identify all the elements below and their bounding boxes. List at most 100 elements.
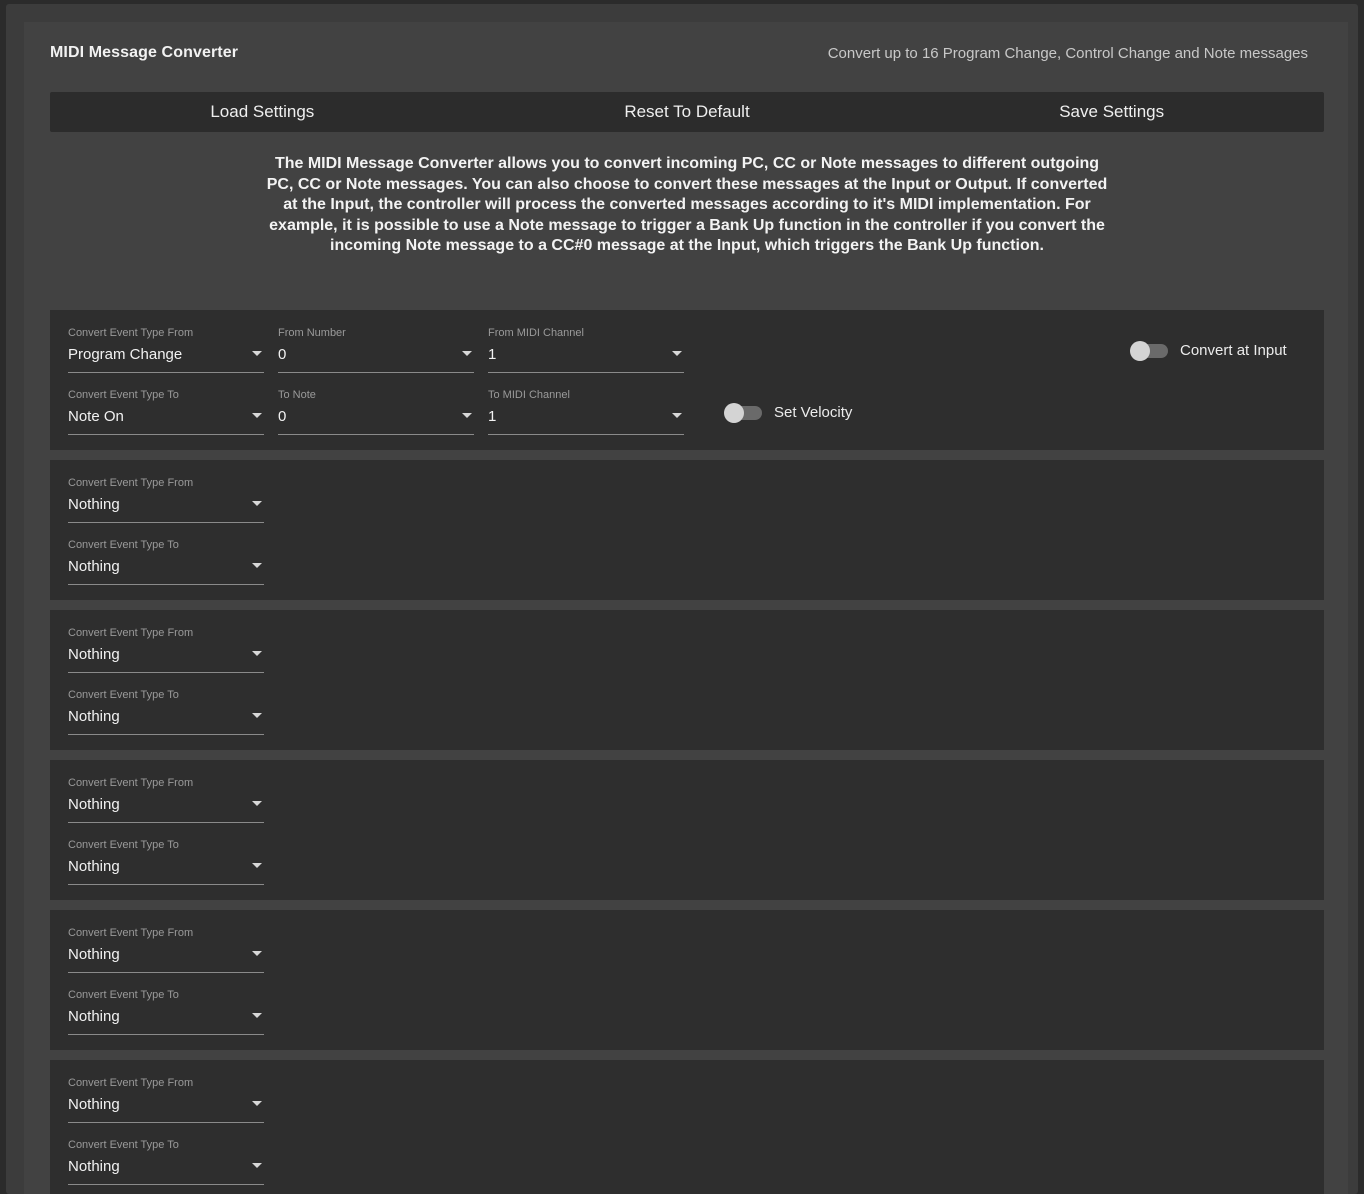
- to-type-field: Convert Event Type To Nothing: [68, 988, 264, 1035]
- from-type-field: Convert Event Type From Nothing: [68, 476, 264, 523]
- chevron-down-icon: [252, 651, 262, 656]
- to-channel-select[interactable]: 1: [488, 408, 684, 435]
- to-type-field: Convert Event Type To Nothing: [68, 538, 264, 585]
- from-channel-select[interactable]: 1: [488, 346, 684, 373]
- to-type-value: Nothing: [68, 1008, 120, 1025]
- chevron-down-icon: [462, 351, 472, 356]
- header: MIDI Message Converter Convert up to 16 …: [50, 44, 1308, 62]
- conversion-rule-6: Convert Event Type From Nothing Convert …: [50, 1060, 1324, 1194]
- conversion-rule-4: Convert Event Type From Nothing Convert …: [50, 760, 1324, 900]
- from-type-select[interactable]: Nothing: [68, 796, 264, 823]
- to-type-label: Convert Event Type To: [68, 839, 179, 851]
- from-type-value: Nothing: [68, 946, 120, 963]
- to-type-field: Convert Event Type To Nothing: [68, 838, 264, 885]
- chevron-down-icon: [252, 951, 262, 956]
- from-type-value: Nothing: [68, 496, 120, 513]
- description-text: The MIDI Message Converter allows you to…: [266, 155, 1108, 255]
- to-channel-value: 1: [488, 408, 497, 425]
- conversion-rule-2: Convert Event Type From Nothing Convert …: [50, 460, 1324, 600]
- from-type-label: Convert Event Type From: [68, 777, 194, 789]
- conversion-rule-3: Convert Event Type From Nothing Convert …: [50, 610, 1324, 750]
- from-type-field: Convert Event Type From Nothing: [68, 1076, 264, 1123]
- chevron-down-icon: [252, 1013, 262, 1018]
- to-type-field: Convert Event Type To Nothing: [68, 1138, 264, 1185]
- from-type-label: Convert Event Type From: [68, 327, 194, 339]
- from-number-select[interactable]: 0: [278, 346, 474, 373]
- chevron-down-icon: [252, 351, 262, 356]
- from-channel-value: 1: [488, 346, 497, 363]
- convert-at-input-label: Convert at Input: [1180, 342, 1287, 359]
- from-type-value: Nothing: [68, 1096, 120, 1113]
- from-number-value: 0: [278, 346, 287, 363]
- to-type-value: Note On: [68, 408, 124, 425]
- app-window: MIDI Message Converter Convert up to 16 …: [6, 4, 1358, 1194]
- to-type-label: Convert Event Type To: [68, 689, 179, 701]
- from-type-value: Nothing: [68, 646, 120, 663]
- to-type-select[interactable]: Note On: [68, 408, 264, 435]
- from-number-label: From Number: [278, 327, 346, 339]
- conversion-rule-5: Convert Event Type From Nothing Convert …: [50, 910, 1324, 1050]
- chevron-down-icon: [462, 413, 472, 418]
- from-channel-field: From MIDI Channel 1: [488, 326, 684, 373]
- from-type-select[interactable]: Nothing: [68, 646, 264, 673]
- to-type-value: Nothing: [68, 708, 120, 725]
- chevron-down-icon: [252, 863, 262, 868]
- from-type-select[interactable]: Program Change: [68, 346, 264, 373]
- reset-default-button[interactable]: Reset To Default: [475, 92, 900, 132]
- to-channel-field: To MIDI Channel 1: [488, 388, 684, 435]
- from-type-field: Convert Event Type From Nothing: [68, 926, 264, 973]
- chevron-down-icon: [252, 413, 262, 418]
- to-note-field: To Note 0: [278, 388, 474, 435]
- toggle-track: [1130, 340, 1168, 361]
- to-type-select[interactable]: Nothing: [68, 858, 264, 885]
- page-title: MIDI Message Converter: [50, 44, 239, 61]
- to-type-label: Convert Event Type To: [68, 389, 179, 401]
- to-type-field: Convert Event Type To Note On: [68, 388, 264, 435]
- toolbar: Load Settings Reset To Default Save Sett…: [50, 92, 1324, 132]
- to-note-value: 0: [278, 408, 287, 425]
- to-type-select[interactable]: Nothing: [68, 708, 264, 735]
- from-type-label: Convert Event Type From: [68, 477, 194, 489]
- save-settings-button[interactable]: Save Settings: [899, 92, 1324, 132]
- from-type-field: Convert Event Type From Nothing: [68, 626, 264, 673]
- chevron-down-icon: [672, 351, 682, 356]
- chevron-down-icon: [252, 501, 262, 506]
- to-type-select[interactable]: Nothing: [68, 1008, 264, 1035]
- convert-at-input-toggle[interactable]: Convert at Input: [1130, 340, 1287, 361]
- to-type-select[interactable]: Nothing: [68, 558, 264, 585]
- from-type-field: Convert Event Type From Program Change: [68, 326, 264, 373]
- to-note-label: To Note: [278, 389, 316, 401]
- to-type-value: Nothing: [68, 558, 120, 575]
- set-velocity-toggle[interactable]: Set Velocity: [724, 402, 853, 423]
- chevron-down-icon: [252, 713, 262, 718]
- from-type-select[interactable]: Nothing: [68, 1096, 264, 1123]
- to-note-select[interactable]: 0: [278, 408, 474, 435]
- from-channel-label: From MIDI Channel: [488, 327, 584, 339]
- to-type-label: Convert Event Type To: [68, 539, 179, 551]
- toggle-knob: [1130, 340, 1150, 361]
- conversion-rule-1: Convert Event Type From Program Change F…: [50, 310, 1324, 450]
- load-settings-button[interactable]: Load Settings: [50, 92, 475, 132]
- chevron-down-icon: [252, 1163, 262, 1168]
- from-number-field: From Number 0: [278, 326, 474, 373]
- page-subtitle: Convert up to 16 Program Change, Control…: [827, 44, 1308, 62]
- set-velocity-label: Set Velocity: [774, 404, 853, 421]
- chevron-down-icon: [252, 1101, 262, 1106]
- chevron-down-icon: [672, 413, 682, 418]
- from-type-select[interactable]: Nothing: [68, 496, 264, 523]
- from-type-value: Program Change: [68, 346, 183, 363]
- chevron-down-icon: [252, 563, 262, 568]
- from-type-field: Convert Event Type From Nothing: [68, 776, 264, 823]
- to-type-field: Convert Event Type To Nothing: [68, 688, 264, 735]
- chevron-down-icon: [252, 801, 262, 806]
- toggle-track: [724, 402, 762, 423]
- converter-container: MIDI Message Converter Convert up to 16 …: [24, 22, 1348, 1194]
- to-type-value: Nothing: [68, 1158, 120, 1175]
- to-type-label: Convert Event Type To: [68, 1139, 179, 1151]
- to-channel-label: To MIDI Channel: [488, 389, 570, 401]
- toggle-knob: [724, 402, 744, 423]
- from-type-label: Convert Event Type From: [68, 1077, 194, 1089]
- from-type-label: Convert Event Type From: [68, 927, 194, 939]
- to-type-select[interactable]: Nothing: [68, 1158, 264, 1185]
- from-type-select[interactable]: Nothing: [68, 946, 264, 973]
